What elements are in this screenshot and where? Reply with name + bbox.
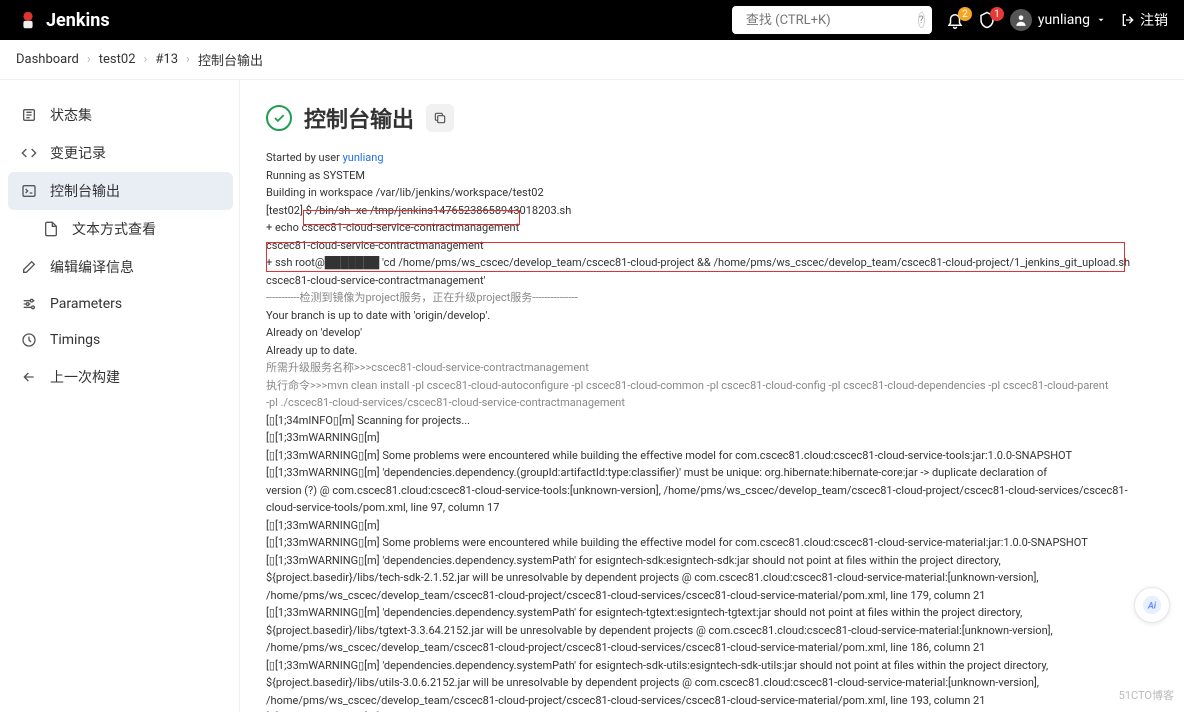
console-ssh-line2: cscec81-cloud-service-contractmanagement… [266, 274, 486, 287]
sidebar-item-label: 变更记录 [50, 143, 106, 163]
sidebar-item-label: Parameters [50, 296, 122, 312]
breadcrumb-item[interactable]: #13 [155, 52, 178, 67]
svg-text:Ai: Ai [1147, 602, 1157, 612]
console-upgrade-line: 所需升级服务名称>>>cscec81-cloud-service-contrac… [266, 361, 589, 374]
logout-label: 注销 [1140, 10, 1168, 30]
shield-badge: 1 [990, 7, 1004, 21]
edit-icon [20, 258, 38, 276]
chevron-right-icon: › [87, 52, 91, 67]
sliders-icon [20, 295, 38, 313]
user-menu[interactable]: yunliang [1010, 9, 1106, 31]
logout-link[interactable]: 注销 [1120, 10, 1168, 30]
user-link[interactable]: yunliang [343, 151, 384, 164]
console-line: + echo [266, 221, 302, 234]
sidebar-item-label: 编辑编译信息 [50, 257, 134, 277]
console-ssh-line1: + ssh root@███████ 'cd /home/pms/ws_csce… [266, 256, 1130, 269]
breadcrumb-item[interactable]: test02 [99, 52, 136, 67]
chevron-right-icon: › [144, 52, 148, 67]
console-line: Started by user [266, 151, 343, 164]
logout-icon [1120, 12, 1136, 28]
sidebar-item-plaintext[interactable]: 文本方式查看 [8, 210, 233, 248]
console-block: Running as SYSTEM Building in workspace … [266, 169, 571, 217]
console-line: cscec81-cloud-service-contractmanagement [266, 239, 484, 252]
breadcrumb-item[interactable]: 控制台输出 [198, 50, 263, 69]
code-icon [20, 144, 38, 162]
notifications-bell[interactable]: 2 [946, 11, 964, 29]
watermark: 51CTO博客 [1119, 687, 1174, 703]
sidebar-item-label: 控制台输出 [50, 181, 120, 201]
jenkins-logo[interactable]: Jenkins [16, 8, 110, 32]
search-help-icon[interactable]: ? [918, 12, 925, 28]
sidebar-item-timings[interactable]: Timings [8, 322, 233, 358]
console-cmd-line: 执行命令>>>mvn clean install -pl cscec81-clo… [266, 379, 1108, 410]
bell-badge: 2 [958, 7, 972, 21]
sidebar-item-label: 状态集 [50, 105, 92, 125]
top-header: Jenkins ? 2 1 yunliang 注销 [0, 0, 1184, 40]
console-block: [▯[1;34mINFO▯[m] Scanning for projects..… [266, 414, 1128, 712]
sidebar-item-label: 文本方式查看 [72, 219, 156, 239]
content-area: 控制台输出 Started by user yunliang Running a… [240, 80, 1184, 712]
clock-icon [20, 331, 38, 349]
success-check-icon [266, 105, 292, 131]
sidebar-item-label: 上一次构建 [50, 367, 120, 387]
console-echo-arg: cscec81-cloud-service-contractmanagement [302, 221, 520, 234]
status-icon [20, 106, 38, 124]
assistant-icon: Ai [1141, 594, 1163, 616]
breadcrumb-item[interactable]: Dashboard [16, 52, 79, 67]
title-row: 控制台输出 [266, 102, 1158, 134]
console-output: Started by user yunliang Running as SYST… [266, 150, 1158, 712]
brand-text: Jenkins [46, 10, 110, 31]
terminal-icon [20, 182, 38, 200]
username: yunliang [1038, 12, 1090, 28]
arrow-left-icon [20, 368, 38, 386]
sidebar-item-edit-build[interactable]: 编辑编译信息 [8, 248, 233, 286]
main-area: 状态集 变更记录 控制台输出 文本方式查看 编辑编译信息 Parameters … [0, 80, 1184, 712]
document-icon [42, 220, 60, 238]
search-box[interactable]: ? [732, 6, 932, 34]
sidebar-item-label: Timings [50, 332, 100, 348]
chevron-right-icon: › [186, 52, 190, 67]
security-shield[interactable]: 1 [978, 11, 996, 29]
sidebar-item-previous-build[interactable]: 上一次构建 [8, 358, 233, 396]
page-title: 控制台输出 [304, 102, 414, 134]
copy-url-button[interactable] [426, 104, 454, 132]
jenkins-icon [16, 8, 40, 32]
chevron-down-icon [1096, 15, 1106, 25]
sidebar-item-changes[interactable]: 变更记录 [8, 134, 233, 172]
avatar-icon [1010, 9, 1032, 31]
sidebar-item-parameters[interactable]: Parameters [8, 286, 233, 322]
console-detect-line: -----------检测到镜像为project服务，正在升级project服务… [266, 291, 578, 304]
link-icon [433, 111, 447, 125]
sidebar-item-console[interactable]: 控制台输出 [8, 172, 233, 210]
sidebar-item-status[interactable]: 状态集 [8, 96, 233, 134]
assistant-float-button[interactable]: Ai [1134, 587, 1170, 623]
search-input[interactable] [746, 13, 912, 28]
breadcrumb: Dashboard › test02 › #13 › 控制台输出 [0, 40, 1184, 80]
console-block: Your branch is up to date with 'origin/d… [266, 309, 490, 357]
sidebar: 状态集 变更记录 控制台输出 文本方式查看 编辑编译信息 Parameters … [0, 80, 240, 712]
